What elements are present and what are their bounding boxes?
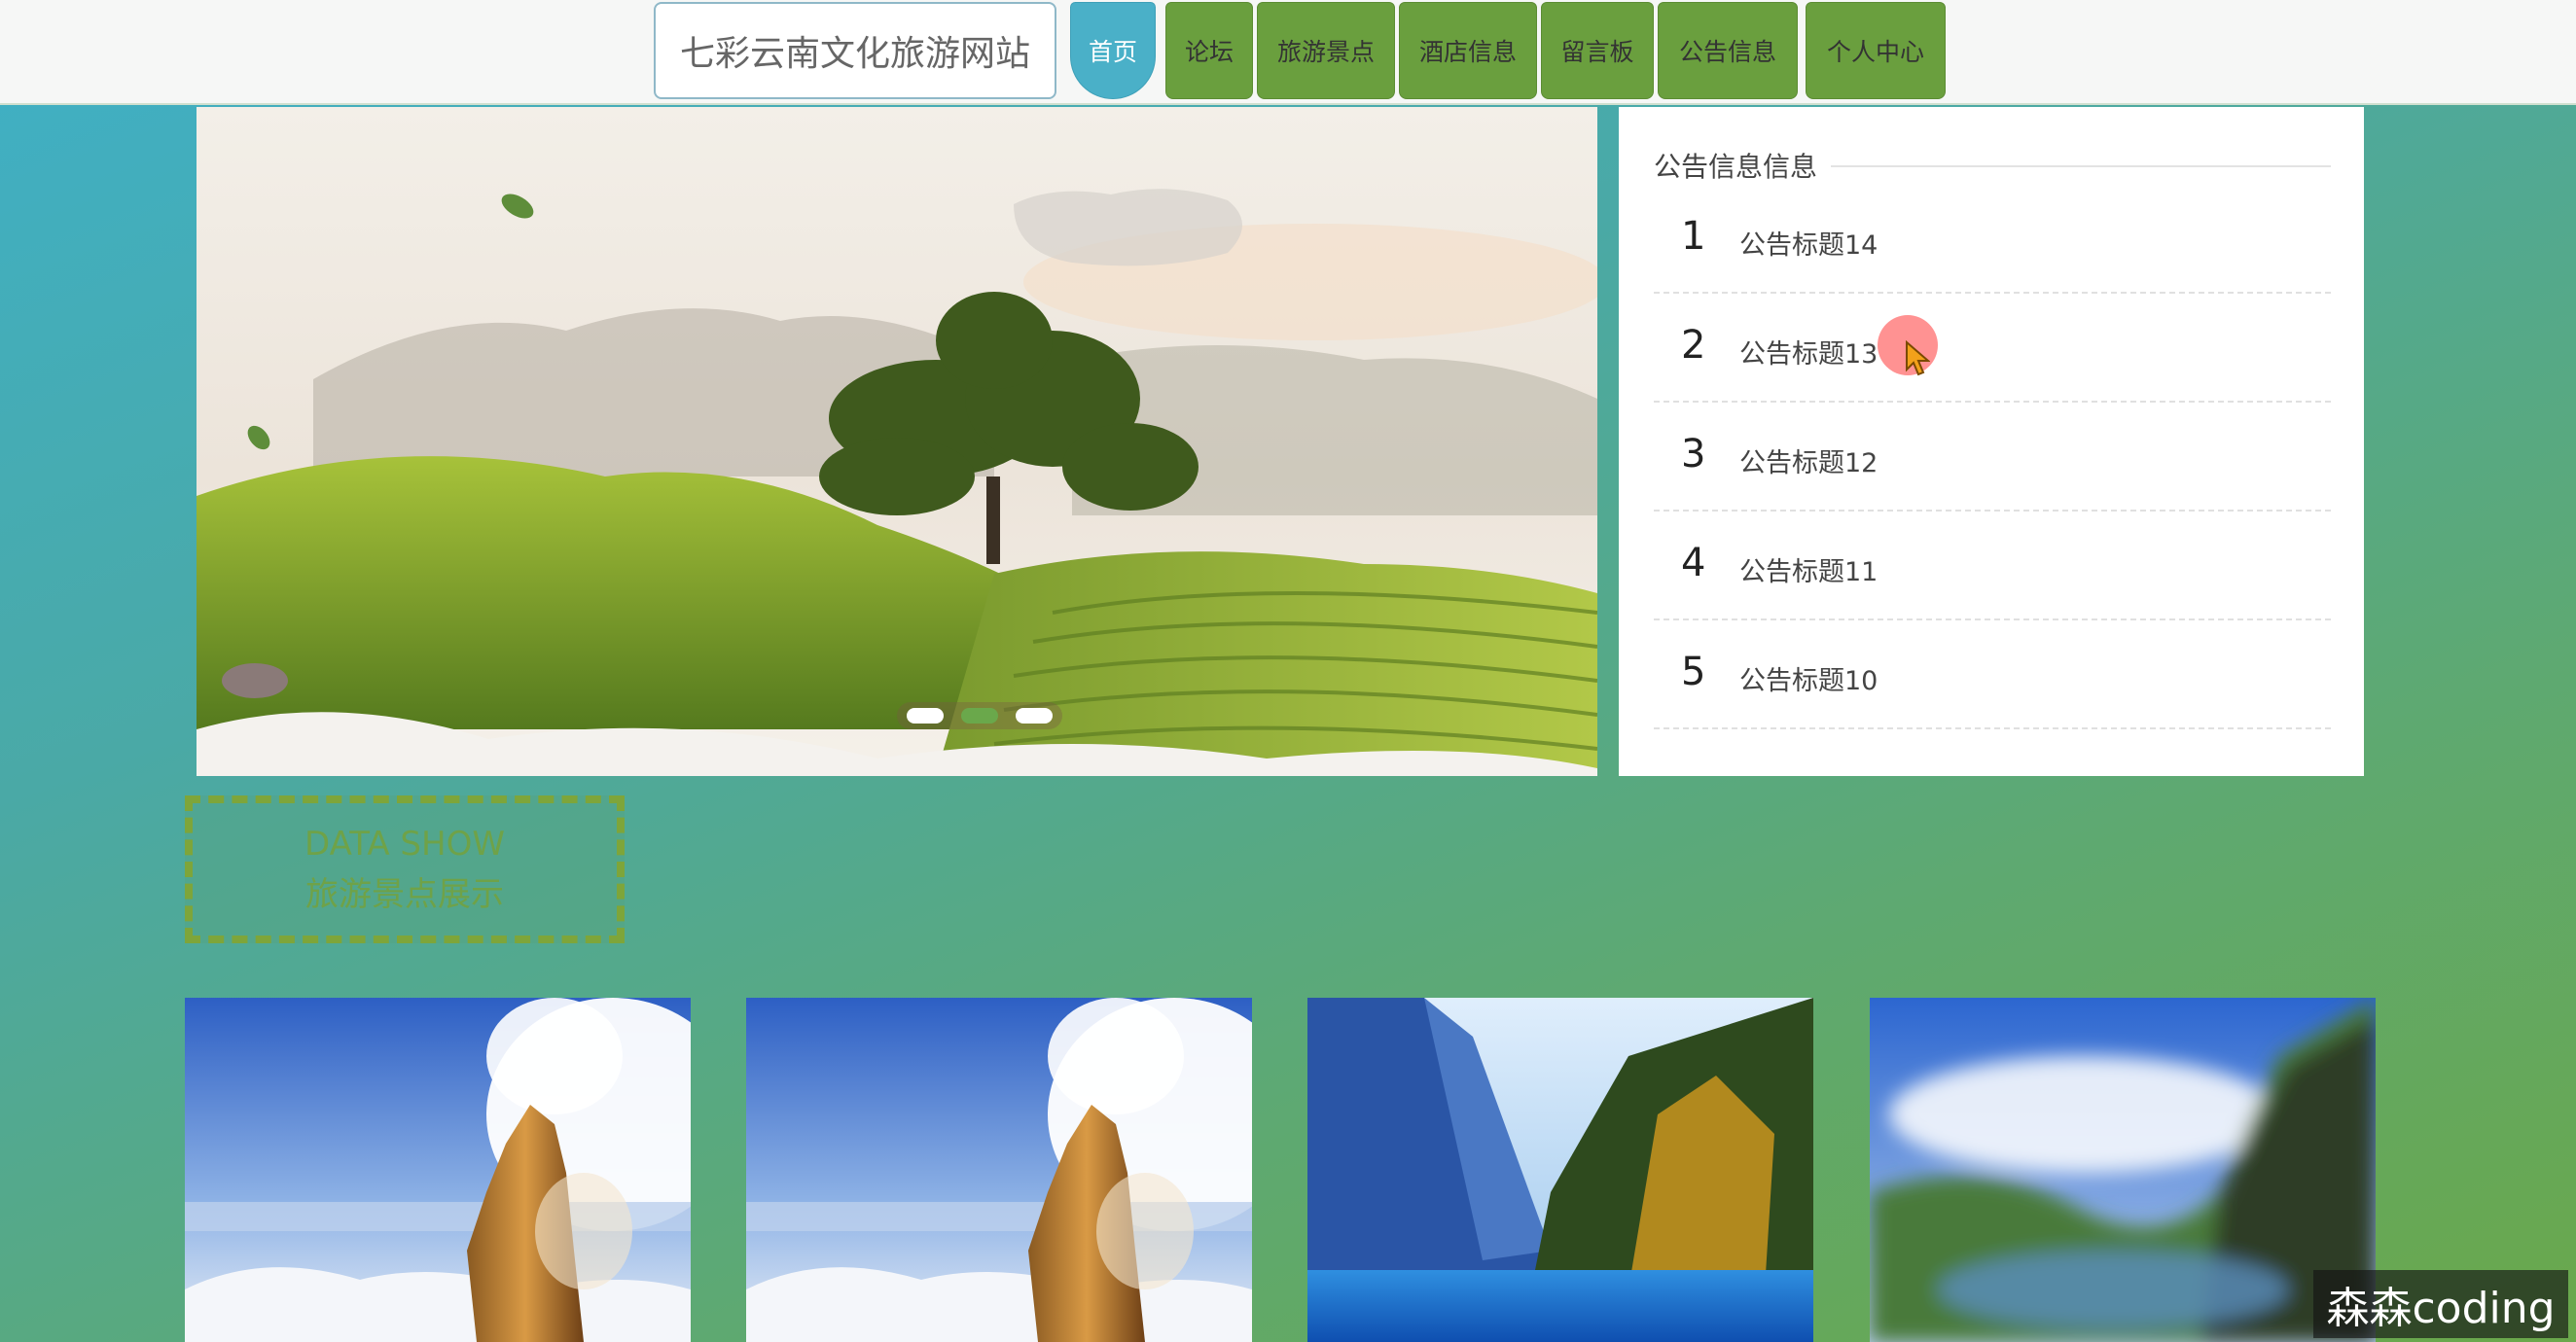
notice-number: 2 — [1681, 323, 1706, 368]
site-title[interactable]: 七彩云南文化旅游网站 — [654, 2, 1056, 99]
attraction-card[interactable] — [746, 998, 1252, 1342]
watermark: 森森coding — [2313, 1270, 2568, 1338]
notice-number: 5 — [1681, 650, 1706, 694]
carousel-dot-2[interactable] — [961, 708, 998, 724]
notice-heading: 公告信息信息 — [1654, 146, 1832, 185]
notice-number: 4 — [1681, 541, 1706, 585]
section-title-box: DATA SHOW 旅游景点展示 — [185, 795, 625, 943]
nav-user-center[interactable]: 个人中心 — [1806, 2, 1946, 99]
notice-item[interactable]: 1 公告标题14 — [1654, 185, 2331, 294]
notice-title[interactable]: 公告标题11 — [1739, 550, 1878, 588]
notice-item[interactable]: 4 公告标题11 — [1654, 512, 2331, 620]
attraction-card[interactable] — [1307, 998, 1813, 1342]
nav-notices[interactable]: 公告信息 — [1658, 2, 1798, 99]
section-title-cn: 旅游景点展示 — [305, 875, 504, 914]
nav-attractions[interactable]: 旅游景点 — [1257, 2, 1395, 99]
nav-forum[interactable]: 论坛 — [1165, 2, 1253, 99]
carousel-dot-3[interactable] — [1016, 708, 1053, 724]
notice-title[interactable]: 公告标题12 — [1739, 441, 1878, 479]
mountain-peak-image — [746, 998, 1252, 1342]
attraction-card[interactable] — [185, 998, 691, 1342]
carousel-dot-1[interactable] — [907, 708, 944, 724]
blurred-lake-image — [1870, 998, 2376, 1342]
attraction-card[interactable] — [1870, 998, 2376, 1342]
notice-number: 3 — [1681, 432, 1706, 477]
nav-home[interactable]: 首页 — [1070, 2, 1156, 99]
section-title-en: DATA SHOW — [304, 825, 505, 864]
banner-tea-hills-image — [197, 107, 1597, 776]
lake-valley-image — [1307, 998, 1813, 1342]
notice-item[interactable]: 5 公告标题10 — [1654, 620, 2331, 729]
cursor-arrow-icon — [1906, 340, 1930, 376]
notice-item[interactable]: 2 公告标题13 — [1654, 294, 2331, 403]
notice-title[interactable]: 公告标题13 — [1739, 333, 1878, 371]
notice-panel: 公告信息信息 1 公告标题14 2 公告标题13 3 公告标题12 4 公告标题… — [1619, 107, 2364, 776]
top-navbar: 七彩云南文化旅游网站 首页 论坛 旅游景点 酒店信息 留言板 公告信息 个人中心 — [0, 0, 2576, 105]
notice-title[interactable]: 公告标题14 — [1739, 224, 1878, 262]
notice-number: 1 — [1681, 214, 1706, 259]
nav-message-board[interactable]: 留言板 — [1541, 2, 1654, 99]
banner-carousel[interactable] — [197, 107, 1597, 776]
nav-hotels[interactable]: 酒店信息 — [1399, 2, 1537, 99]
mountain-peak-image — [185, 998, 691, 1342]
notice-item[interactable]: 3 公告标题12 — [1654, 403, 2331, 512]
carousel-indicators — [897, 702, 1062, 729]
notice-title[interactable]: 公告标题10 — [1739, 659, 1878, 697]
